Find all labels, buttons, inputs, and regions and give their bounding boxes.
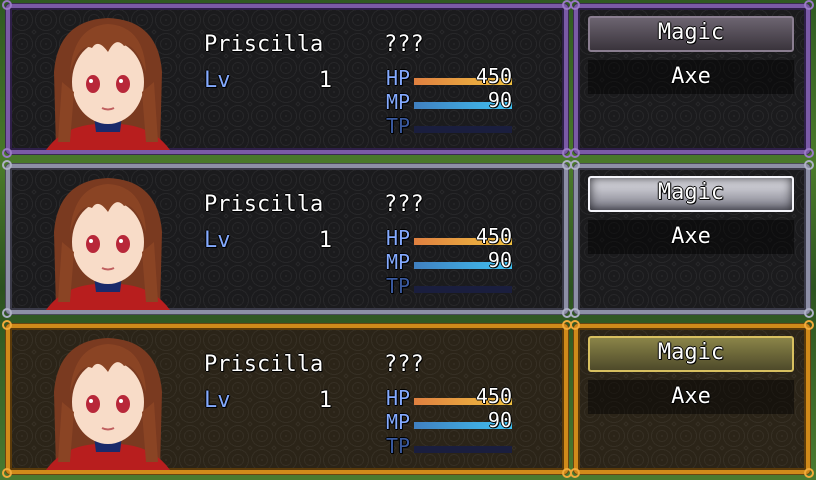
command-magic[interactable]: Magic <box>588 180 794 205</box>
corner-ornament-icon <box>570 148 580 158</box>
hp-label: HP <box>386 386 411 410</box>
corner-ornament-icon <box>804 308 814 318</box>
command-magic[interactable]: Magic <box>588 20 794 45</box>
status-window: Priscilla ??? Lv 1 HP 450 MP 90 TP <box>2 320 572 478</box>
corner-ornament-icon <box>804 160 814 170</box>
actor-face-portrait <box>36 332 180 470</box>
tp-label: TP <box>386 114 411 138</box>
corner-ornament-icon <box>570 468 580 478</box>
status-window: Priscilla ??? Lv 1 HP 450 MP 90 TP <box>2 0 572 158</box>
actor-command-window: Magic Axe <box>570 0 814 158</box>
tp-gauge <box>414 126 512 133</box>
corner-ornament-icon <box>570 160 580 170</box>
actor-name: Priscilla <box>204 352 324 377</box>
hp-value: 450 <box>475 64 512 88</box>
corner-ornament-icon <box>570 0 580 10</box>
mp-value: 90 <box>487 88 512 112</box>
level-label: Lv <box>204 228 231 253</box>
actor-face-portrait <box>36 172 180 310</box>
actor-name: Priscilla <box>204 32 324 57</box>
corner-ornament-icon <box>2 160 12 170</box>
corner-ornament-icon <box>570 308 580 318</box>
command-magic[interactable]: Magic <box>588 340 794 365</box>
hp-label: HP <box>386 226 411 250</box>
level-value: 1 <box>318 388 332 413</box>
corner-ornament-icon <box>2 308 12 318</box>
tp-label: TP <box>386 274 411 298</box>
mp-value: 90 <box>487 248 512 272</box>
corner-ornament-icon <box>804 148 814 158</box>
actor-class: ??? <box>384 192 424 217</box>
actor-face-portrait <box>36 12 180 150</box>
actor-command-window: Magic Axe <box>570 320 814 478</box>
level-label: Lv <box>204 68 231 93</box>
tp-label: TP <box>386 434 411 458</box>
actor-name: Priscilla <box>204 192 324 217</box>
command-axe[interactable]: Axe <box>588 224 794 249</box>
corner-ornament-icon <box>2 468 12 478</box>
level-value: 1 <box>318 228 332 253</box>
actor-command-window: Magic Axe <box>570 160 814 318</box>
actor-class: ??? <box>384 32 424 57</box>
corner-ornament-icon <box>2 320 12 330</box>
corner-ornament-icon <box>2 148 12 158</box>
tp-gauge <box>414 446 512 453</box>
status-row-2: Priscilla ??? Lv 1 HP 450 MP 90 TP Magic… <box>0 160 816 320</box>
hp-label: HP <box>386 66 411 90</box>
corner-ornament-icon <box>804 0 814 10</box>
status-row-1: Priscilla ??? Lv 1 HP 450 MP 90 TP Magic… <box>0 0 816 160</box>
command-axe[interactable]: Axe <box>588 384 794 409</box>
corner-ornament-icon <box>804 320 814 330</box>
command-axe[interactable]: Axe <box>588 64 794 89</box>
mp-value: 90 <box>487 408 512 432</box>
level-label: Lv <box>204 388 231 413</box>
hp-value: 450 <box>475 384 512 408</box>
corner-ornament-icon <box>2 0 12 10</box>
status-window: Priscilla ??? Lv 1 HP 450 MP 90 TP <box>2 160 572 318</box>
mp-label: MP <box>386 410 411 434</box>
actor-class: ??? <box>384 352 424 377</box>
mp-label: MP <box>386 90 411 114</box>
level-value: 1 <box>318 68 332 93</box>
hp-value: 450 <box>475 224 512 248</box>
corner-ornament-icon <box>804 468 814 478</box>
tp-gauge <box>414 286 512 293</box>
corner-ornament-icon <box>570 320 580 330</box>
mp-label: MP <box>386 250 411 274</box>
status-row-3: Priscilla ??? Lv 1 HP 450 MP 90 TP Magic… <box>0 320 816 480</box>
